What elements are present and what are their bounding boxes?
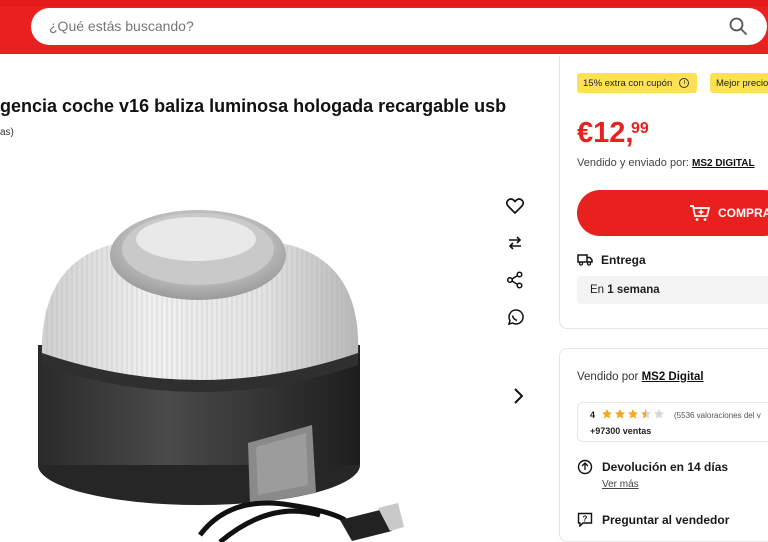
whatsapp-share-button[interactable] (502, 305, 528, 331)
whatsapp-icon (507, 309, 524, 326)
delivery-title: Entrega (601, 253, 646, 267)
star-icon-4-half (641, 409, 651, 419)
price-cents: 99 (631, 120, 649, 137)
compare-arrows-icon (508, 236, 522, 250)
star-icon-5-empty (654, 409, 664, 419)
search-icon[interactable] (728, 16, 748, 36)
seller-rating-box[interactable]: 4 (5536 valoraciones del v +97300 ventas (577, 402, 768, 442)
star-icon-3 (628, 409, 638, 419)
info-icon[interactable]: i (679, 78, 690, 88)
favorite-button[interactable] (502, 193, 528, 219)
svg-text:?: ? (583, 514, 588, 523)
search-placeholder: ¿Qué estás buscando? (49, 18, 194, 34)
add-to-cart-icon (690, 205, 711, 221)
sold-and-sent-label: Vendido y enviado por: (577, 157, 689, 169)
delivery-heading: Entrega (577, 253, 646, 267)
next-image-arrow-icon[interactable] (506, 384, 530, 408)
top-bar: ¿Qué estás buscando? (0, 0, 768, 54)
sold-by: Vendido por MS2 Digital (577, 371, 704, 383)
price-main: €12, (577, 117, 634, 149)
coupon-badge-label: 15% extra con cupón (583, 77, 673, 89)
buy-button[interactable]: COMPRAR (577, 190, 768, 236)
best-price-badge: Mejor precio (710, 73, 768, 93)
sold-by-label: Vendido por (577, 371, 639, 383)
star-icon-1 (602, 409, 612, 419)
delivery-prefix: En (590, 284, 605, 296)
share-button[interactable] (502, 267, 528, 293)
rating-count: (5536 valoraciones del v (674, 411, 761, 420)
chat-question-icon: ? (577, 512, 593, 527)
product-title: gencia coche v16 baliza luminosa hologad… (0, 96, 507, 116)
sales-count: +97300 ventas (590, 426, 652, 436)
product-image[interactable] (0, 175, 500, 542)
sold-and-sent-by: Vendido y enviado por: MS2 DIGITAL (577, 157, 755, 169)
best-price-label: Mejor precio (716, 77, 768, 89)
product-subtitle: as) (0, 127, 14, 138)
seller-name-link[interactable]: MS2 Digital (642, 371, 704, 383)
top-bar-strip (0, 0, 768, 6)
coupon-badge[interactable]: 15% extra con cupón i (577, 73, 697, 93)
star-icon-2 (615, 409, 625, 419)
search-input[interactable]: ¿Qué estás buscando? (31, 8, 767, 45)
delivery-time: 1 semana (607, 284, 660, 296)
seller-link-short[interactable]: MS2 DIGITAL (692, 158, 755, 169)
ask-seller-button[interactable]: ? Preguntar al vendedor (577, 512, 729, 527)
return-policy-icon (577, 459, 593, 475)
truck-icon (577, 254, 593, 266)
rating-stars (601, 408, 666, 420)
heart-icon (506, 198, 524, 214)
buy-button-label: COMPRAR (718, 206, 768, 220)
share-icon (506, 271, 523, 289)
ask-seller-label: Preguntar al vendedor (602, 512, 730, 527)
rating-value: 4 (590, 410, 596, 420)
compare-button[interactable] (502, 230, 528, 256)
return-policy-title: Devolución en 14 días (602, 460, 729, 474)
delivery-estimate: En 1 semana (577, 276, 768, 304)
return-policy-link[interactable]: Ver más (602, 479, 639, 490)
